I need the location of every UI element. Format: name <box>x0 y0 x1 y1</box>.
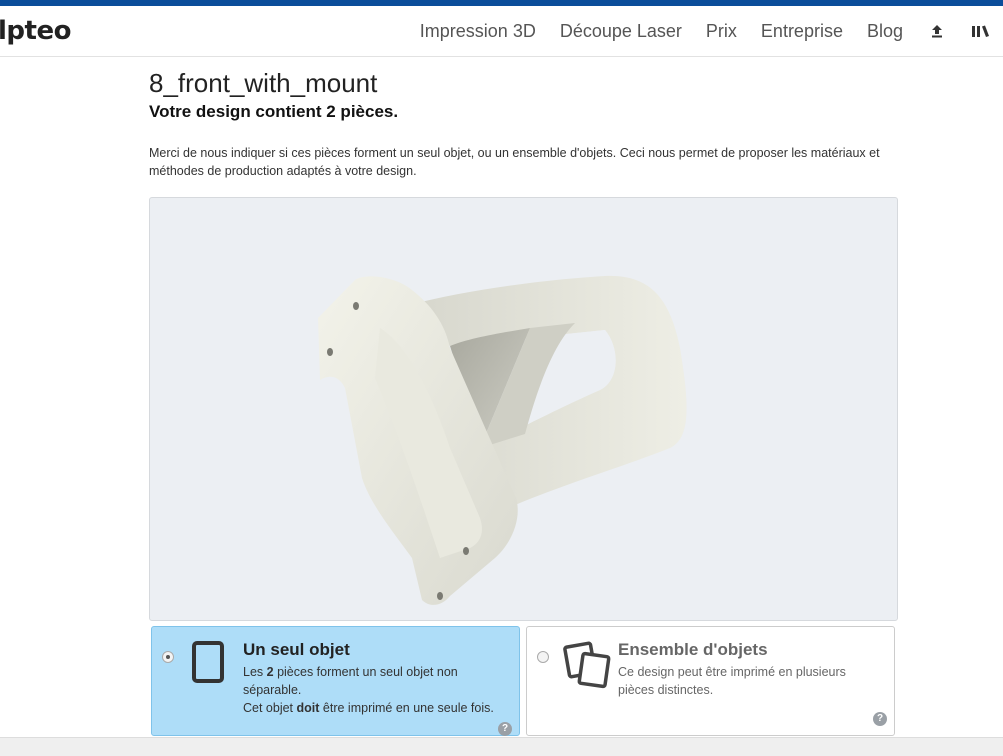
parts-count-heading: Votre design contient 2 pièces. <box>149 102 399 121</box>
main-nav: Impression 3D Découpe Laser Prix Entrepr… <box>396 6 991 56</box>
upload-icon[interactable] <box>927 21 947 41</box>
library-icon[interactable] <box>971 21 991 41</box>
option-single-object[interactable]: Un seul objet Les 2 pièces forment un se… <box>151 626 520 736</box>
multiple-objects-description: Ce design peut être imprimé en plusieurs… <box>618 665 846 697</box>
instructions-text: Merci de nous indiquer si ces pièces for… <box>149 146 880 178</box>
single-object-description: Les 2 pièces forment un seul objet non s… <box>243 665 458 697</box>
3d-model-render <box>318 275 687 605</box>
nav-prix[interactable]: Prix <box>706 21 737 42</box>
single-object-title: Un seul objet <box>243 640 350 659</box>
single-object-note: Cet objet doit être imprimé en une seule… <box>243 701 494 715</box>
multiple-objects-help-icon[interactable]: ? <box>873 712 887 726</box>
nav-impression-3d[interactable]: Impression 3D <box>420 21 536 42</box>
nav-entreprise[interactable]: Entreprise <box>761 21 843 42</box>
multiple-objects-radio[interactable] <box>537 651 549 663</box>
multiple-objects-icon <box>563 639 613 694</box>
nav-decoupe-laser[interactable]: Découpe Laser <box>560 21 682 42</box>
multiple-objects-title: Ensemble d'objets <box>618 640 768 659</box>
nav-blog[interactable]: Blog <box>867 21 903 42</box>
bottom-bar <box>0 737 1003 756</box>
site-header: lpteo Impression 3D Découpe Laser Prix E… <box>0 6 1003 57</box>
3d-model-viewer[interactable] <box>149 197 898 621</box>
single-object-radio[interactable] <box>162 651 174 663</box>
design-name: 8_front_with_mount <box>149 68 378 98</box>
single-object-icon <box>188 639 228 692</box>
site-logo[interactable]: lpteo <box>0 16 71 46</box>
single-object-help-icon[interactable]: ? <box>498 722 512 736</box>
option-multiple-objects[interactable]: Ensemble d'objets Ce design peut être im… <box>526 626 895 736</box>
